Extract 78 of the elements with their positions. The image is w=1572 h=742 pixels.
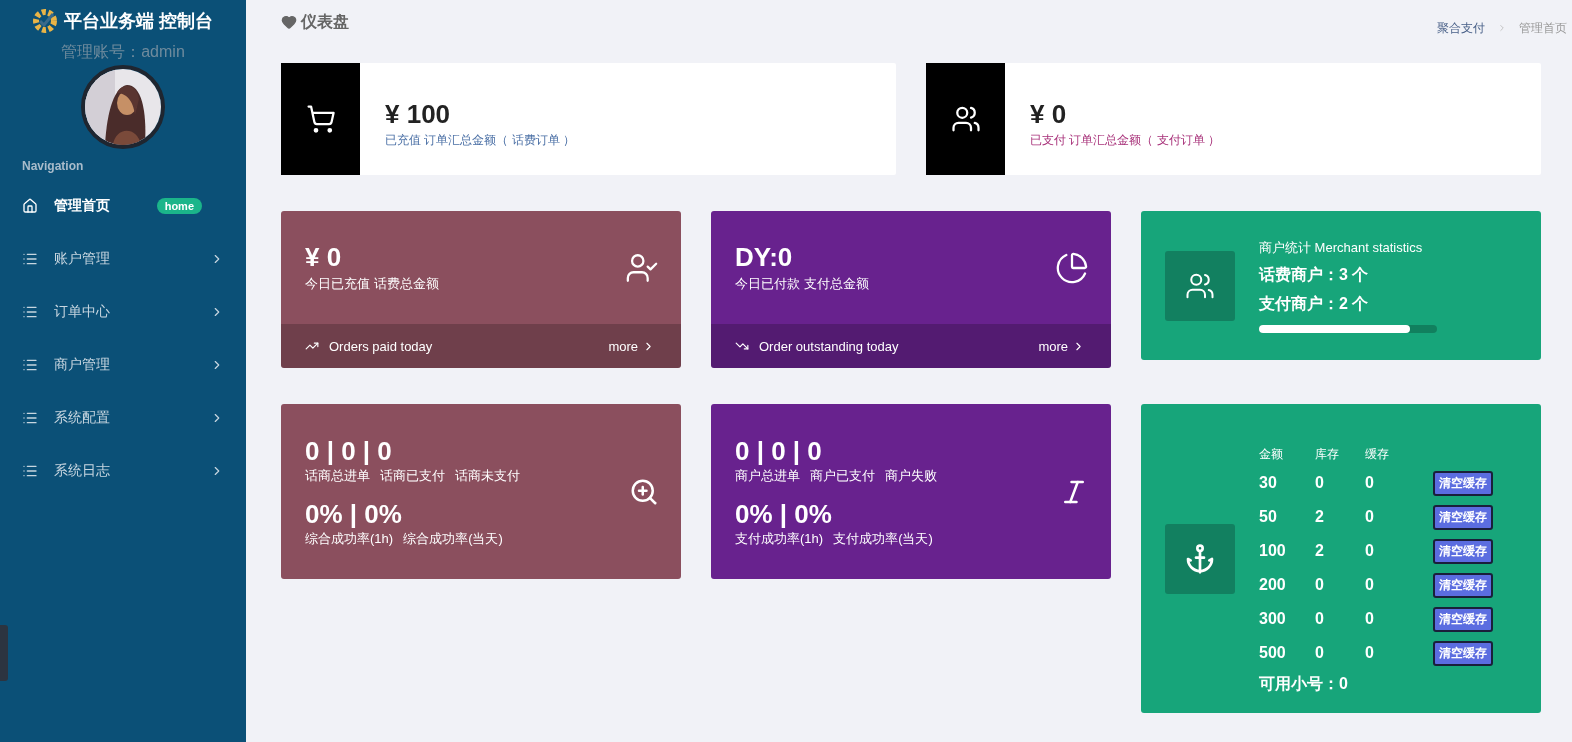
count-label: 商户已支付 [810, 466, 875, 485]
nav-item[interactable]: 系统配置 [0, 391, 246, 444]
table-cell-text: 500 [1259, 643, 1287, 663]
table-cell-text: 100 [1259, 541, 1287, 561]
cart-icon [305, 104, 336, 134]
table-cell-text: 0 [1315, 643, 1325, 663]
count-label: 话商未支付 [455, 466, 520, 485]
gear-check-logo-icon [32, 8, 59, 34]
amount-caption: 已支付 订单汇总金额（ 支付订单 ） [1030, 132, 1220, 149]
table-cell-text: 0 [1365, 609, 1375, 629]
table-cell-text: 200 [1259, 575, 1287, 595]
breadcrumb-separator-icon [1497, 23, 1507, 33]
success-rates: 0% | 0% [735, 498, 833, 530]
table-cell-text: 0 [1315, 609, 1325, 629]
merchant-stats-title: 商户统计 Merchant statistics [1259, 238, 1424, 257]
column-header: 金额 [1259, 446, 1284, 463]
footer-label: Orders paid today [329, 338, 433, 354]
table-cell-text: 0 [1365, 575, 1375, 595]
daily-value: ¥ 0 [305, 242, 343, 273]
clear-cache-button[interactable]: 清空缓存 [1433, 606, 1493, 632]
more-link[interactable]: more [1038, 338, 1085, 354]
table-cell-text: 0 [1365, 473, 1375, 493]
daily-caption: 今日已付款 支付总金额 [735, 275, 869, 293]
daily-value: DY:0 [735, 242, 794, 273]
rate-label: 综合成功率(当天) [403, 529, 503, 548]
count-label: 商户失败 [885, 466, 937, 485]
order-counts: 0 | 0 | 0 [305, 435, 393, 467]
merchant-count: 话费商户：3 个 [1259, 264, 1370, 285]
count-label: 话商已支付 [380, 466, 445, 485]
table-cell-text: 2 [1315, 541, 1325, 561]
table-cell-text: 0 [1315, 473, 1325, 493]
nav-item[interactable]: 商户管理 [0, 338, 246, 391]
table-cell-text: 0 [1365, 541, 1375, 561]
available-count: 可用小号：0 [1259, 674, 1349, 694]
nav-item[interactable]: 账户管理 [0, 232, 246, 285]
column-header: 缓存 [1365, 446, 1390, 463]
home-badge: home [156, 197, 202, 214]
side-handle[interactable] [0, 625, 8, 681]
clear-cache-button[interactable]: 清空缓存 [1433, 640, 1493, 666]
count-label: 话商总进单 [305, 466, 370, 485]
nav-section-label: Navigation [22, 159, 85, 173]
heart-icon [281, 14, 297, 30]
breadcrumb-link[interactable]: 聚合支付 [1437, 19, 1485, 37]
page-title: 仪表盘 [301, 11, 349, 32]
table-cell-text: 0 [1315, 575, 1325, 595]
more-link[interactable]: more [608, 338, 655, 354]
nav-item[interactable]: 订单中心 [0, 285, 246, 338]
total-amount: ¥ 0 [1030, 99, 1068, 130]
table-cell-text: 300 [1259, 609, 1287, 629]
nav-item[interactable]: 管理首页 home [0, 179, 246, 232]
account-label: 管理账号：admin [60, 42, 186, 62]
merchant-count: 支付商户：2 个 [1259, 293, 1370, 314]
amount-caption: 已充值 订单汇总金额（ 话费订单 ） [385, 132, 575, 149]
table-cell-text: 30 [1259, 473, 1278, 493]
clear-cache-button[interactable]: 清空缓存 [1433, 572, 1493, 598]
column-header: 库存 [1315, 446, 1340, 463]
total-amount: ¥ 100 [385, 99, 452, 130]
rate-label: 支付成功率(1h) [735, 529, 824, 548]
footer-label: Order outstanding today [759, 338, 899, 354]
table-cell-text: 0 [1365, 643, 1375, 663]
table-cell-text: 0 [1365, 507, 1375, 527]
order-counts: 0 | 0 | 0 [735, 435, 823, 467]
clear-cache-button[interactable]: 清空缓存 [1433, 470, 1493, 496]
success-rates: 0% | 0% [305, 498, 403, 530]
clear-cache-button[interactable]: 清空缓存 [1433, 504, 1493, 530]
nav-item[interactable]: 系统日志 [0, 444, 246, 497]
table-cell-text: 50 [1259, 507, 1278, 527]
count-label: 商户总进单 [735, 466, 800, 485]
clear-cache-button[interactable]: 清空缓存 [1433, 538, 1493, 564]
rate-label: 综合成功率(1h) [305, 529, 394, 548]
pie-chart-icon [1055, 250, 1089, 285]
daily-caption: 今日已充值 话费总金额 [305, 275, 439, 293]
rate-label: 支付成功率(当天) [833, 529, 933, 548]
brand-title: 平台业务端 控制台 [64, 10, 214, 33]
anchor-icon [1184, 542, 1216, 575]
users-icon [950, 104, 981, 134]
home-icon [22, 197, 38, 214]
table-cell-text: 2 [1315, 507, 1325, 527]
